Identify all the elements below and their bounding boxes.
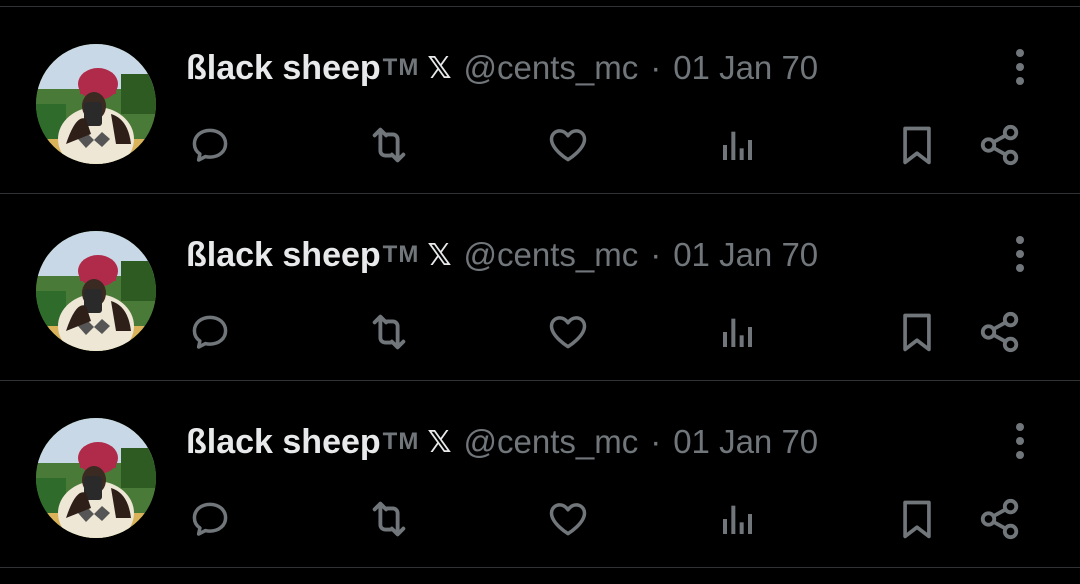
post[interactable]: ßlack sheep TM 𝕏 @cents_mc · 01 Jan 70 bbox=[0, 7, 1080, 193]
trademark-text: TM bbox=[382, 428, 420, 455]
post-date[interactable]: 01 Jan 70 bbox=[673, 49, 818, 87]
bookmark-icon bbox=[903, 313, 931, 352]
trademark-text: TM bbox=[382, 241, 420, 268]
x-badge-icon: 𝕏 bbox=[427, 425, 452, 459]
post[interactable]: ßlack sheep TM 𝕏 @cents_mc · 01 Jan 70 bbox=[0, 194, 1080, 380]
avatar-image bbox=[36, 418, 156, 538]
bookmark-icon bbox=[903, 126, 931, 165]
views-button[interactable] bbox=[714, 308, 762, 356]
display-name[interactable]: ßlack sheep bbox=[186, 236, 381, 275]
avatar[interactable] bbox=[36, 418, 156, 538]
user-handle[interactable]: @cents_mc bbox=[463, 236, 638, 274]
like-button[interactable] bbox=[544, 121, 592, 169]
post-date[interactable]: 01 Jan 70 bbox=[673, 236, 818, 274]
post-header: ßlack sheep TM 𝕏 @cents_mc · 01 Jan 70 bbox=[186, 43, 818, 93]
avatar[interactable] bbox=[36, 44, 156, 164]
display-name[interactable]: ßlack sheep bbox=[186, 423, 381, 462]
post[interactable]: ßlack sheep TM 𝕏 @cents_mc · 01 Jan 70 bbox=[0, 381, 1080, 567]
bookmark-button[interactable] bbox=[893, 121, 941, 169]
bookmark-button[interactable] bbox=[893, 495, 941, 543]
more-icon bbox=[1016, 49, 1024, 85]
repost-icon bbox=[372, 127, 406, 163]
more-options-button[interactable] bbox=[1002, 45, 1038, 89]
repost-button[interactable] bbox=[365, 495, 413, 543]
like-icon bbox=[549, 129, 587, 162]
repost-button[interactable] bbox=[365, 308, 413, 356]
share-icon bbox=[980, 124, 1019, 166]
user-handle[interactable]: @cents_mc bbox=[463, 49, 638, 87]
display-name[interactable]: ßlack sheep bbox=[186, 49, 381, 88]
separator-dot: · bbox=[650, 49, 662, 86]
share-icon bbox=[980, 311, 1019, 353]
views-icon bbox=[723, 505, 752, 534]
trademark-text: TM bbox=[382, 54, 420, 81]
share-button[interactable] bbox=[976, 495, 1024, 543]
reply-button[interactable] bbox=[186, 308, 234, 356]
reply-button[interactable] bbox=[186, 121, 234, 169]
x-badge-icon: 𝕏 bbox=[427, 51, 452, 85]
post-header: ßlack sheep TM 𝕏 @cents_mc · 01 Jan 70 bbox=[186, 230, 818, 280]
reply-button[interactable] bbox=[186, 495, 234, 543]
repost-icon bbox=[372, 314, 406, 350]
like-icon bbox=[549, 316, 587, 349]
post-divider bbox=[0, 567, 1080, 568]
reply-icon bbox=[192, 128, 228, 162]
share-button[interactable] bbox=[976, 308, 1024, 356]
repost-button[interactable] bbox=[365, 121, 413, 169]
separator-dot: · bbox=[650, 236, 662, 273]
avatar-image bbox=[36, 44, 156, 164]
repost-icon bbox=[372, 501, 406, 537]
separator-dot: · bbox=[650, 423, 662, 460]
views-icon bbox=[723, 318, 752, 347]
x-badge-icon: 𝕏 bbox=[427, 238, 452, 272]
timeline-feed: ßlack sheep TM 𝕏 @cents_mc · 01 Jan 70 ß… bbox=[0, 0, 1080, 584]
post-date[interactable]: 01 Jan 70 bbox=[673, 423, 818, 461]
views-button[interactable] bbox=[714, 495, 762, 543]
reply-icon bbox=[192, 502, 228, 536]
reply-icon bbox=[192, 315, 228, 349]
avatar-image bbox=[36, 231, 156, 351]
views-icon bbox=[723, 131, 752, 160]
bookmark-button[interactable] bbox=[893, 308, 941, 356]
more-icon bbox=[1016, 236, 1024, 272]
like-button[interactable] bbox=[544, 495, 592, 543]
share-button[interactable] bbox=[976, 121, 1024, 169]
user-handle[interactable]: @cents_mc bbox=[463, 423, 638, 461]
more-icon bbox=[1016, 423, 1024, 459]
post-header: ßlack sheep TM 𝕏 @cents_mc · 01 Jan 70 bbox=[186, 417, 818, 467]
more-options-button[interactable] bbox=[1002, 232, 1038, 276]
bookmark-icon bbox=[903, 500, 931, 539]
avatar[interactable] bbox=[36, 231, 156, 351]
views-button[interactable] bbox=[714, 121, 762, 169]
more-options-button[interactable] bbox=[1002, 419, 1038, 463]
like-icon bbox=[549, 503, 587, 536]
like-button[interactable] bbox=[544, 308, 592, 356]
share-icon bbox=[980, 498, 1019, 540]
